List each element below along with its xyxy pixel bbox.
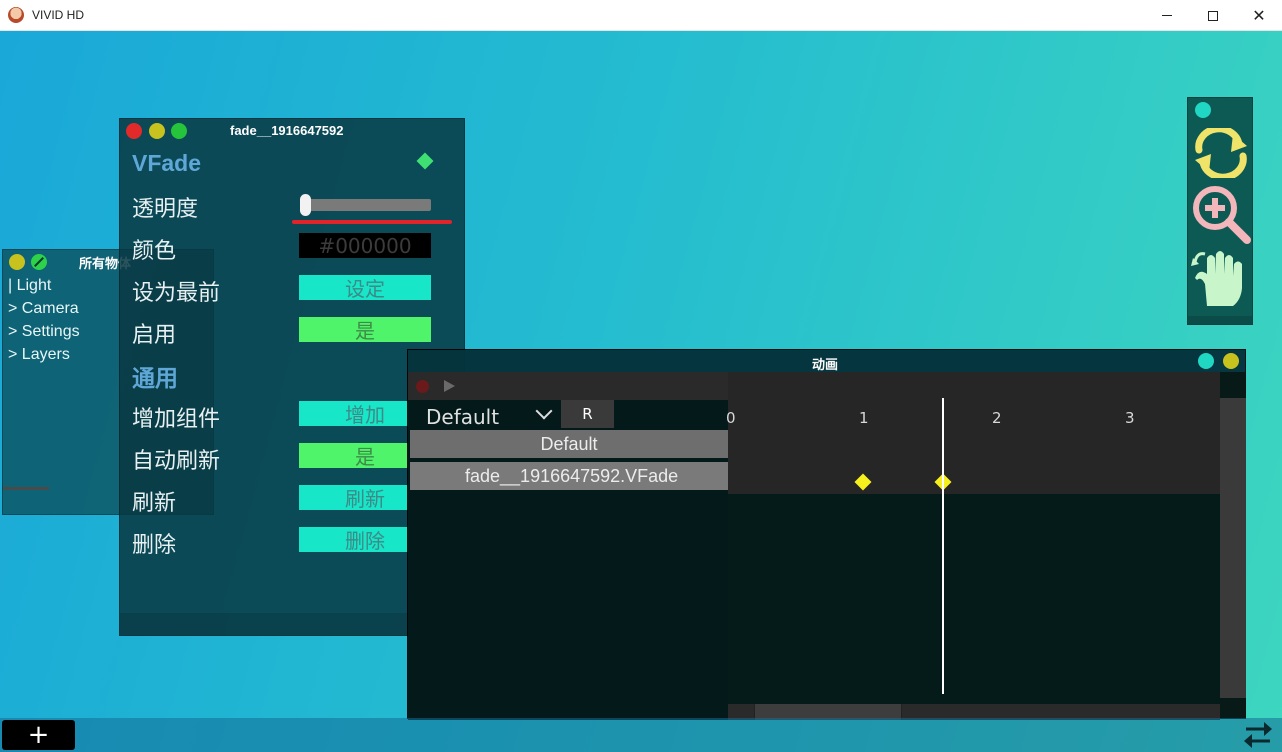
refresh-icon[interactable] (1189, 128, 1253, 178)
close-icon: ✕ (1252, 6, 1266, 25)
section-general: 通用 (132, 366, 178, 392)
enable-toggle[interactable]: 是 (299, 317, 431, 343)
zoom-in-icon[interactable] (1189, 184, 1253, 244)
window-title: VIVID HD (32, 8, 85, 22)
record-icon[interactable] (416, 380, 429, 393)
opacity-slider-handle[interactable] (300, 194, 311, 216)
clip-header[interactable]: Default (410, 430, 728, 458)
swap-arrows-icon[interactable] (1240, 720, 1276, 750)
bottom-bar (0, 718, 1282, 752)
keyframe-diamond-icon[interactable] (416, 152, 434, 170)
opacity-slider-underline (292, 220, 452, 224)
maximize-icon (1208, 10, 1218, 21)
vfade-window-title: fade__1916647592 (230, 123, 344, 138)
vfade-header[interactable]: fade__1916647592 (120, 119, 464, 143)
close-button[interactable]: ✕ (1236, 0, 1282, 31)
maximize-button[interactable] (1190, 0, 1236, 31)
tool-panel[interactable] (1187, 97, 1253, 325)
ruler-tick: 2 (992, 409, 1002, 427)
animation-panel[interactable]: 动画 Default R Default fade__1916647592.VF… (407, 349, 1246, 720)
close-dot[interactable] (126, 123, 142, 139)
track-row[interactable]: fade__1916647592.VFade (410, 462, 728, 490)
color-field[interactable]: #000000 (299, 233, 431, 258)
timeline-area[interactable]: 0 1 2 3 (726, 372, 1220, 720)
minimize-button[interactable] (1144, 0, 1190, 31)
maximize-dot[interactable] (171, 123, 187, 139)
app-logo-icon (8, 7, 24, 23)
bring-front-label: 设为最前 (132, 281, 221, 306)
animation-toolbar (408, 372, 728, 400)
clip-dropdown[interactable]: Default (426, 405, 499, 429)
ruler-tick: 3 (1125, 409, 1135, 427)
add-button[interactable]: + (2, 720, 75, 750)
add-component-label: 增加组件 (132, 407, 221, 432)
playhead[interactable] (941, 398, 944, 694)
panel-minimize-dot[interactable] (9, 254, 25, 270)
os-title-bar[interactable]: VIVID HD ✕ (0, 0, 1282, 31)
animation-title: 动画 (812, 358, 839, 373)
opacity-slider-track[interactable] (300, 199, 431, 211)
workspace[interactable]: 所有物体 | Light > Camera > Settings > Layer… (0, 31, 1282, 752)
component-name: VFade (132, 150, 202, 176)
tool-panel-footer (1188, 316, 1252, 324)
minimize-dot[interactable] (149, 123, 165, 139)
animation-maximize-dot[interactable] (1223, 353, 1239, 369)
delete-label: 删除 (132, 533, 177, 558)
play-icon[interactable] (444, 380, 455, 392)
animation-track-list[interactable]: Default R Default fade__1916647592.VFade (408, 372, 728, 720)
bring-front-button[interactable]: 设定 (299, 275, 431, 301)
ruler-tick: 0 (726, 409, 736, 427)
hide-toggle-icon[interactable] (31, 254, 47, 270)
animation-header[interactable]: 动画 (408, 350, 1245, 373)
tool-panel-header[interactable] (1188, 98, 1252, 122)
tool-panel-dot[interactable] (1195, 102, 1211, 118)
animation-minimize-dot[interactable] (1198, 353, 1214, 369)
opacity-label: 透明度 (132, 197, 199, 222)
refresh-label: 刷新 (132, 491, 177, 516)
timeline-ruler[interactable]: 0 1 2 3 (726, 372, 1220, 494)
timeline-vertical-scrollbar[interactable] (1220, 398, 1246, 698)
auto-refresh-label: 自动刷新 (132, 449, 221, 474)
minimize-icon (1162, 15, 1172, 16)
hand-icon[interactable] (1189, 248, 1253, 310)
reset-button[interactable]: R (561, 400, 614, 428)
object-list-scrollbar[interactable] (3, 487, 49, 490)
window-controls: ✕ (1144, 0, 1282, 31)
chevron-down-icon[interactable] (535, 402, 553, 420)
enable-label: 启用 (132, 323, 177, 348)
ruler-tick: 1 (859, 409, 869, 427)
color-label: 颜色 (132, 239, 177, 264)
